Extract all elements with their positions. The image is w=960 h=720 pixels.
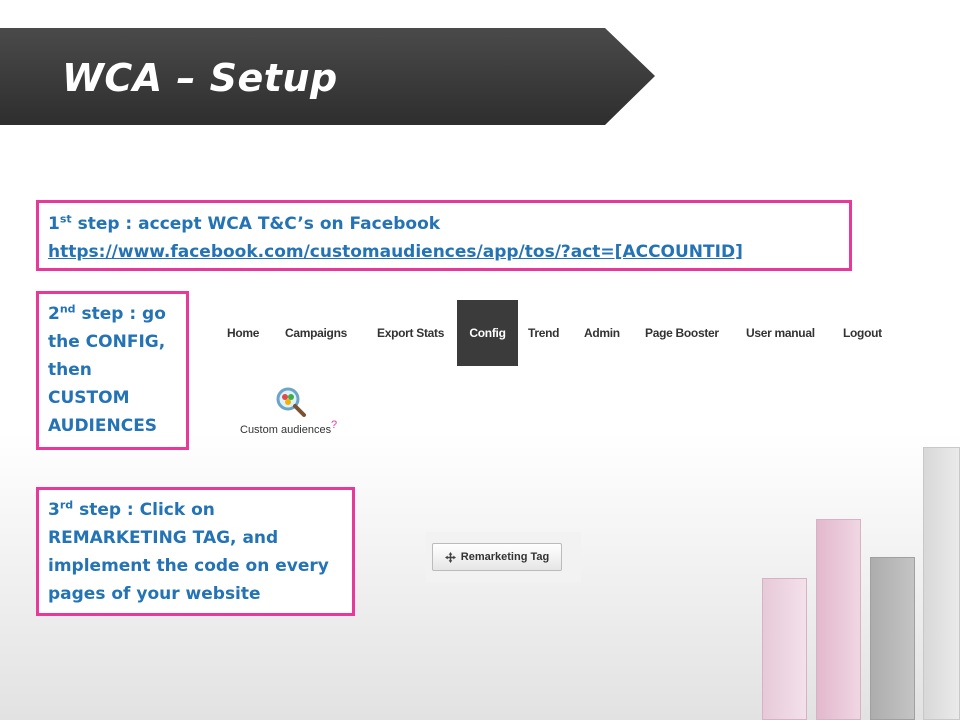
app-navbar: Home Campaigns Export Stats Config Trend… — [218, 300, 898, 366]
remarketing-tag-label: Remarketing Tag — [460, 551, 550, 563]
help-icon[interactable]: ? — [331, 419, 337, 431]
custom-audiences-label: Custom audiences — [240, 424, 332, 436]
step-1-text: 1st step : accept WCA T&C’s on Facebook — [48, 212, 441, 234]
custom-audiences-widget[interactable]: Custom audiences ? — [240, 385, 350, 440]
step-2-box: 2nd step : go the CONFIG, then CUSTOM AU… — [36, 291, 189, 450]
nav-logout[interactable]: Logout — [843, 300, 882, 366]
nav-export-stats[interactable]: Export Stats — [377, 300, 444, 366]
facebook-tos-link[interactable]: https://www.facebook.com/customaudiences… — [48, 242, 743, 262]
decorative-bar — [816, 519, 861, 720]
remarketing-tag-button[interactable]: Remarketing Tag — [432, 543, 562, 571]
nav-home[interactable]: Home — [227, 300, 259, 366]
move-arrows-icon — [444, 551, 456, 563]
slide-title: WCA – Setup — [62, 56, 338, 100]
nav-campaigns[interactable]: Campaigns — [285, 300, 347, 366]
nav-user-manual[interactable]: User manual — [746, 300, 815, 366]
decorative-bar — [762, 578, 807, 720]
nav-config[interactable]: Config — [457, 300, 518, 366]
nav-admin[interactable]: Admin — [584, 300, 620, 366]
step-3-text: 3rd step : Click on — [48, 498, 215, 520]
decorative-bar — [923, 447, 960, 720]
remarketing-panel: Remarketing Tag — [426, 532, 581, 582]
nav-page-booster[interactable]: Page Booster — [645, 300, 719, 366]
magnifier-icon — [276, 387, 306, 417]
step-2-text: 2nd step : go — [48, 302, 166, 324]
nav-trend[interactable]: Trend — [528, 300, 559, 366]
step-1-box: 1st step : accept WCA T&C’s on Facebook … — [36, 200, 852, 271]
decorative-bar — [870, 557, 915, 720]
step-3-box: 3rd step : Click on REMARKETING TAG, and… — [36, 487, 355, 616]
